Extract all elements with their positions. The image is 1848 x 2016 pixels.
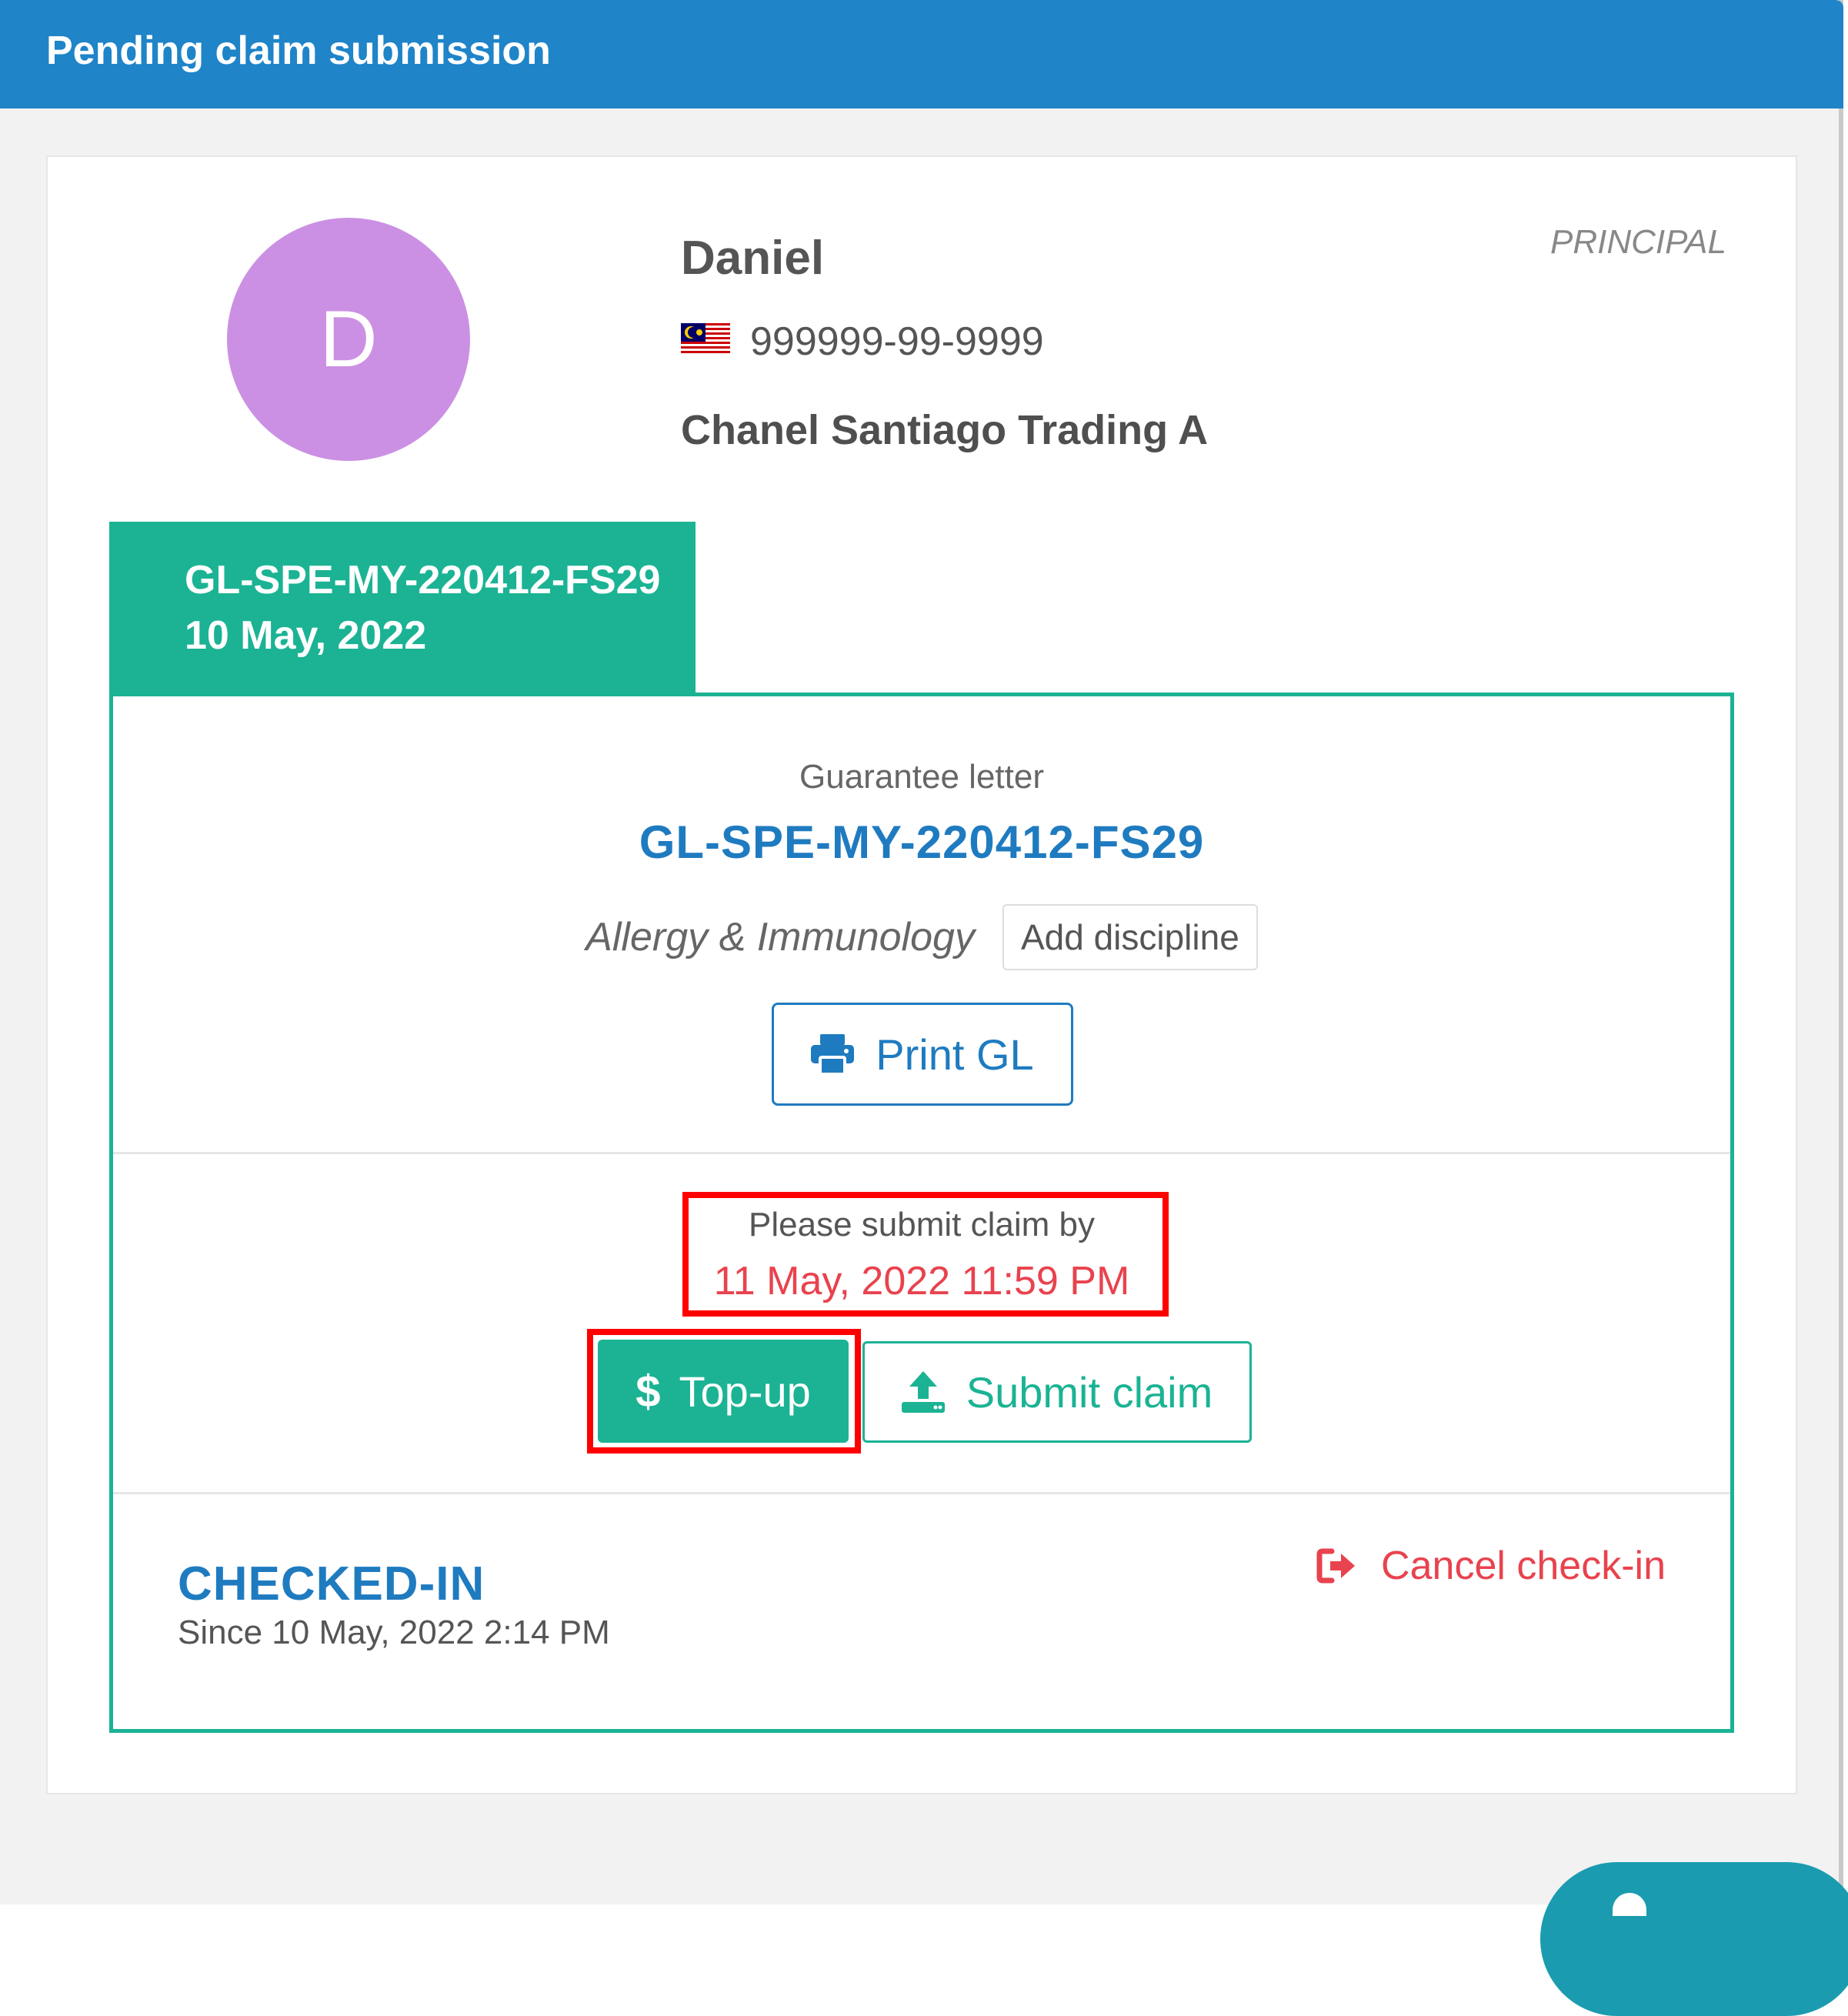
avatar: D: [227, 218, 470, 461]
cancel-checkin-button[interactable]: Cancel check-in: [1316, 1543, 1666, 1589]
print-gl-button[interactable]: Print GL: [772, 1003, 1073, 1106]
add-discipline-button[interactable]: Add discipline: [1002, 904, 1258, 970]
sign-out-icon: [1316, 1548, 1356, 1584]
divider: [113, 1152, 1730, 1154]
print-gl-label: Print GL: [876, 1030, 1034, 1079]
discipline-row: Allergy & Immunology Add discipline: [113, 904, 1730, 970]
topup-button[interactable]: $ Top-up: [598, 1340, 849, 1443]
deadline-value: 11 May, 2022 11:59 PM: [713, 1259, 1130, 1303]
checkin-since: Since 10 May, 2022 2:14 PM: [178, 1614, 610, 1651]
avatar-initial: D: [319, 294, 378, 384]
guarantee-letter-box: Guarantee letter GL-SPE-MY-220412-FS29 A…: [109, 693, 1734, 1733]
dollar-icon: $: [635, 1366, 661, 1417]
divider: [113, 1492, 1730, 1494]
deadline-label: Please submit claim by: [749, 1206, 1095, 1243]
pending-claim-panel: Pending claim submission D Daniel 999999…: [0, 0, 1848, 2016]
submit-claim-button[interactable]: Submit claim: [862, 1341, 1252, 1443]
submit-claim-label: Submit claim: [966, 1367, 1213, 1417]
discipline-text: Allergy & Immunology: [585, 915, 975, 960]
checkin-status: CHECKED-IN: [178, 1557, 485, 1610]
floating-action-button[interactable]: [1540, 1862, 1848, 2016]
topup-label: Top-up: [679, 1367, 811, 1416]
member-company: Chanel Santiago Trading A: [681, 407, 1209, 453]
member-id-number: 999999-99-9999: [750, 319, 1044, 364]
gl-tab[interactable]: GL-SPE-MY-220412-FS29 10 May, 2022: [109, 522, 696, 696]
malaysia-flag-icon: [681, 323, 730, 355]
cancel-checkin-label: Cancel check-in: [1381, 1544, 1666, 1588]
printer-icon: [811, 1034, 855, 1074]
member-role: PRINCIPAL: [1549, 223, 1726, 261]
gl-tab-date: 10 May, 2022: [185, 613, 427, 658]
panel-header: Pending claim submission: [0, 0, 1843, 108]
panel-title: Pending claim submission: [46, 28, 551, 73]
gl-tab-code: GL-SPE-MY-220412-FS29: [185, 558, 661, 602]
upload-icon: [901, 1371, 945, 1413]
gl-label: Guarantee letter: [799, 758, 1044, 796]
gl-number-link[interactable]: GL-SPE-MY-220412-FS29: [113, 816, 1730, 869]
member-name: Daniel: [681, 232, 825, 285]
